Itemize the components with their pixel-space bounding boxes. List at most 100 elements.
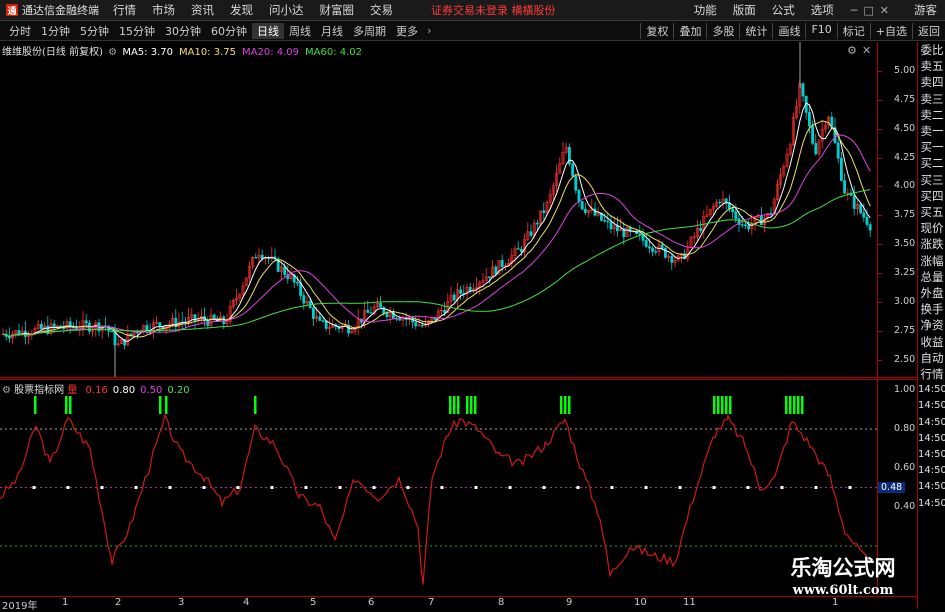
indicator-tick-label: 0.40: [894, 501, 916, 512]
toolbar-button[interactable]: 返回: [912, 22, 945, 39]
period-tab[interactable]: 多周期: [348, 23, 391, 39]
side-panel-item[interactable]: 买五: [918, 204, 945, 220]
price-tick: [878, 186, 882, 188]
toolbar-button[interactable]: 统计: [739, 22, 772, 39]
side-panel-item[interactable]: 14:50: [918, 479, 945, 495]
period-tab[interactable]: 日线: [252, 22, 284, 39]
close-icon[interactable]: ✕: [862, 44, 871, 57]
login-notice[interactable]: 证券交易未登录 横橫股份: [425, 2, 562, 18]
candle-body: [606, 220, 610, 223]
period-tab[interactable]: 周线: [284, 23, 316, 39]
site-watermark: 乐淘公式网 www.60lt.com: [768, 554, 918, 606]
menu-item[interactable]: 行情: [105, 2, 144, 18]
side-panel-item[interactable]: 14:50: [918, 415, 945, 431]
menu-item[interactable]: 资讯: [183, 2, 222, 18]
side-panel-item[interactable]: 总量: [918, 269, 945, 285]
side-panel-item[interactable]: 买一: [918, 139, 945, 155]
minimize-icon[interactable]: ─: [848, 4, 861, 17]
window-controls: ─ □ ✕: [848, 4, 892, 17]
ma-legend: 维维股份(日线 前复权) ⚙ MA5: 3.70 MA10: 3.75 MA20: …: [2, 43, 368, 58]
midline-dot: [848, 486, 852, 489]
side-panel-item[interactable]: 14:50: [918, 463, 945, 479]
price-tick-label: 4.25: [894, 151, 916, 163]
side-panel-item[interactable]: 涨跌: [918, 236, 945, 252]
candle-body: [603, 220, 607, 222]
side-panel-item[interactable]: 卖一: [918, 123, 945, 139]
period-tab[interactable]: 月线: [316, 23, 348, 39]
toolbar-button[interactable]: 标记: [836, 22, 870, 39]
side-panel-item[interactable]: 净资: [918, 317, 945, 333]
midline-dot: [814, 486, 818, 489]
side-panel-item[interactable]: 换手: [918, 301, 945, 317]
period-tab[interactable]: 5分钟: [75, 23, 114, 39]
app-logo-icon: 通: [6, 4, 18, 17]
right-menu-item[interactable]: 版面: [725, 2, 764, 18]
candle-body: [136, 332, 139, 334]
indicator-chart[interactable]: [0, 380, 877, 595]
right-menu-item[interactable]: 选项: [803, 2, 842, 18]
midline-dot: [610, 486, 614, 489]
toolbar-button[interactable]: F10: [805, 22, 836, 39]
settings-icon[interactable]: ⚙: [108, 47, 117, 58]
side-panel-item[interactable]: 卖五: [918, 58, 945, 74]
side-panel-item[interactable]: 行情: [918, 366, 945, 382]
close-icon[interactable]: ✕: [877, 4, 892, 17]
menu-item[interactable]: 问小达: [261, 2, 312, 18]
menu-item[interactable]: 财富圈: [312, 2, 363, 18]
period-tab[interactable]: 更多: [391, 23, 423, 39]
side-panel-item[interactable]: 委比: [918, 42, 945, 58]
side-panel-item[interactable]: 收益: [918, 334, 945, 350]
side-panel-item[interactable]: 卖三: [918, 91, 945, 107]
right-menu-item[interactable]: 功能: [686, 2, 725, 18]
guest-button[interactable]: 游客: [906, 2, 945, 18]
side-panel-item[interactable]: 涨幅: [918, 253, 945, 269]
candle-body: [468, 286, 472, 292]
side-panel-item[interactable]: 卖四: [918, 74, 945, 90]
period-tab[interactable]: 60分钟: [206, 23, 252, 39]
midline-dot: [644, 486, 648, 489]
side-panel-item[interactable]: 买三: [918, 172, 945, 188]
indicator-line: [0, 413, 870, 585]
side-panel-item[interactable]: 外盘: [918, 285, 945, 301]
maximize-icon[interactable]: □: [860, 4, 876, 17]
gear-icon[interactable]: ⚙: [847, 44, 857, 57]
chevron-right-icon[interactable]: ›: [423, 24, 435, 37]
side-panel-item[interactable]: 14:50: [918, 496, 945, 512]
side-panel-item[interactable]: 14:50: [918, 431, 945, 447]
side-panel-item[interactable]: 自动: [918, 350, 945, 366]
period-tabs: 分时 1分钟 5分钟 15分钟 30分钟 60分钟 日线 周线 月线 多周期 更多: [0, 22, 423, 39]
period-tab[interactable]: 分时: [4, 23, 36, 39]
side-panel-item[interactable]: 买四: [918, 188, 945, 204]
candle-body: [414, 321, 418, 327]
candle-body: [212, 314, 216, 320]
toolbar-button[interactable]: 叠加: [673, 22, 706, 39]
price-chart[interactable]: 5.382.18: [0, 42, 877, 377]
candle-body: [577, 189, 581, 202]
toolbar-button[interactable]: 多股: [706, 22, 739, 39]
right-menu-item[interactable]: 公式: [764, 2, 803, 18]
period-tab[interactable]: 1分钟: [36, 23, 75, 39]
period-tab[interactable]: 15分钟: [114, 23, 160, 39]
midline-dot: [270, 486, 274, 489]
signal-bar: [65, 396, 68, 414]
price-tick-label: 2.75: [894, 324, 916, 336]
indicator-current-badge: 0.48: [878, 481, 906, 493]
side-panel-item[interactable]: 14:50: [918, 398, 945, 414]
side-panel-item[interactable]: 14:50: [918, 382, 945, 398]
toolbar-button[interactable]: +自选: [869, 22, 912, 39]
menu-item[interactable]: 发现: [222, 2, 261, 18]
candle-body: [663, 247, 667, 258]
menu-item[interactable]: 交易: [362, 2, 401, 18]
candle-body: [743, 224, 747, 226]
toolbar-button[interactable]: 画线: [772, 22, 805, 39]
gear-icon[interactable]: ⚙: [2, 385, 11, 396]
side-panel-item[interactable]: 买二: [918, 155, 945, 171]
date-tick-label: 1: [62, 597, 69, 608]
period-tab[interactable]: 30分钟: [160, 23, 206, 39]
toolbar-button[interactable]: 复权: [640, 22, 673, 39]
side-panel-item[interactable]: 现价: [918, 220, 945, 236]
price-tick-label: 4.50: [894, 122, 916, 134]
side-panel-item[interactable]: 卖二: [918, 107, 945, 123]
side-panel-item[interactable]: 14:50: [918, 447, 945, 463]
menu-item[interactable]: 市场: [144, 2, 183, 18]
